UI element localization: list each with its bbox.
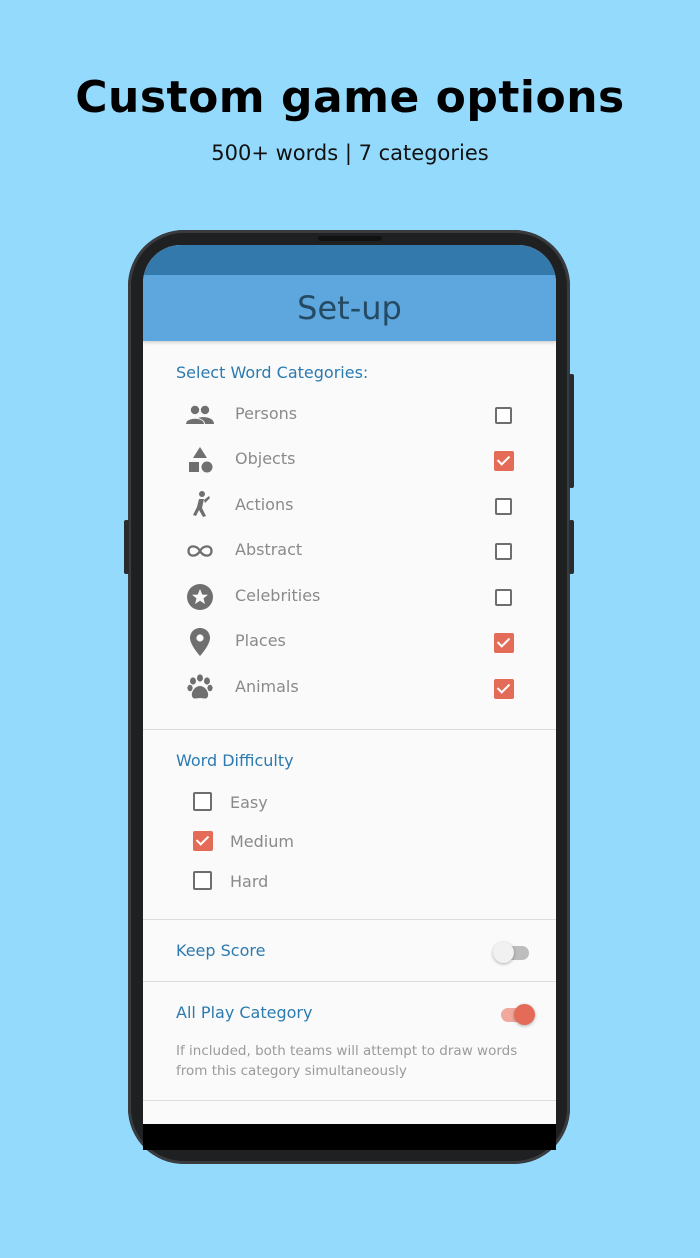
category-label: Persons — [235, 404, 298, 423]
phone-side-button-right-bottom — [569, 520, 574, 574]
phone-screen: Set-up Select Word Categories: Persons O… — [143, 245, 556, 1125]
app-bar: Set-up — [143, 275, 556, 341]
keep-score-toggle[interactable] — [493, 941, 533, 965]
all-play-toggle[interactable] — [499, 1003, 539, 1027]
category-label: Abstract — [235, 540, 303, 559]
paw-icon — [185, 673, 215, 703]
category-row-places[interactable]: Places — [143, 621, 556, 661]
category-label: Places — [235, 631, 286, 650]
headline: Custom game options — [75, 72, 625, 123]
difficulty-label-medium[interactable]: Medium — [230, 832, 294, 851]
shapes-icon — [185, 445, 215, 475]
keep-score-label: Keep Score — [176, 941, 266, 960]
phone-bottom-bezel — [143, 1124, 556, 1150]
divider — [143, 981, 556, 982]
running-person-icon — [185, 491, 215, 521]
all-play-helper-text: If included, both teams will attempt to … — [176, 1043, 518, 1079]
category-row-celebrities[interactable]: Celebrities — [143, 576, 556, 616]
divider — [143, 1100, 556, 1101]
category-checkbox-places[interactable] — [494, 633, 514, 653]
page-title: Set-up — [297, 289, 402, 327]
category-label: Celebrities — [235, 586, 321, 605]
people-icon — [185, 400, 215, 430]
category-checkbox-actions[interactable] — [495, 498, 512, 515]
category-row-actions[interactable]: Actions — [143, 485, 556, 525]
phone-side-button-left — [124, 520, 129, 574]
category-label: Animals — [235, 677, 299, 696]
toggle-thumb — [514, 1004, 535, 1025]
difficulty-checkbox-hard[interactable] — [193, 871, 212, 890]
status-bar — [143, 245, 556, 275]
category-label: Actions — [235, 495, 294, 514]
phone-speaker — [318, 236, 382, 241]
category-row-objects[interactable]: Objects — [143, 439, 556, 479]
all-play-label: All Play Category — [176, 1003, 313, 1022]
difficulty-title: Word Difficulty — [176, 751, 294, 770]
map-pin-icon — [185, 627, 215, 657]
phone-side-button-right-top — [569, 374, 574, 488]
divider — [143, 729, 556, 730]
categories-title: Select Word Categories: — [176, 363, 369, 382]
category-row-abstract[interactable]: Abstract — [143, 530, 556, 570]
star-badge-icon — [185, 582, 215, 612]
category-row-persons[interactable]: Persons — [143, 394, 556, 434]
difficulty-label-hard[interactable]: Hard — [230, 872, 268, 891]
subheadline: 500+ words | 7 categories — [211, 141, 489, 165]
difficulty-checkbox-medium[interactable] — [193, 831, 213, 851]
category-checkbox-celebrities[interactable] — [495, 589, 512, 606]
category-checkbox-abstract[interactable] — [495, 543, 512, 560]
category-checkbox-persons[interactable] — [495, 407, 512, 424]
category-label: Objects — [235, 449, 296, 468]
difficulty-checkbox-easy[interactable] — [193, 792, 212, 811]
infinity-icon — [185, 536, 215, 566]
category-checkbox-animals[interactable] — [494, 679, 514, 699]
category-row-animals[interactable]: Animals — [143, 667, 556, 707]
divider — [143, 919, 556, 920]
difficulty-label-easy[interactable]: Easy — [230, 793, 268, 812]
toggle-thumb — [493, 942, 514, 963]
category-checkbox-objects[interactable] — [494, 451, 514, 471]
